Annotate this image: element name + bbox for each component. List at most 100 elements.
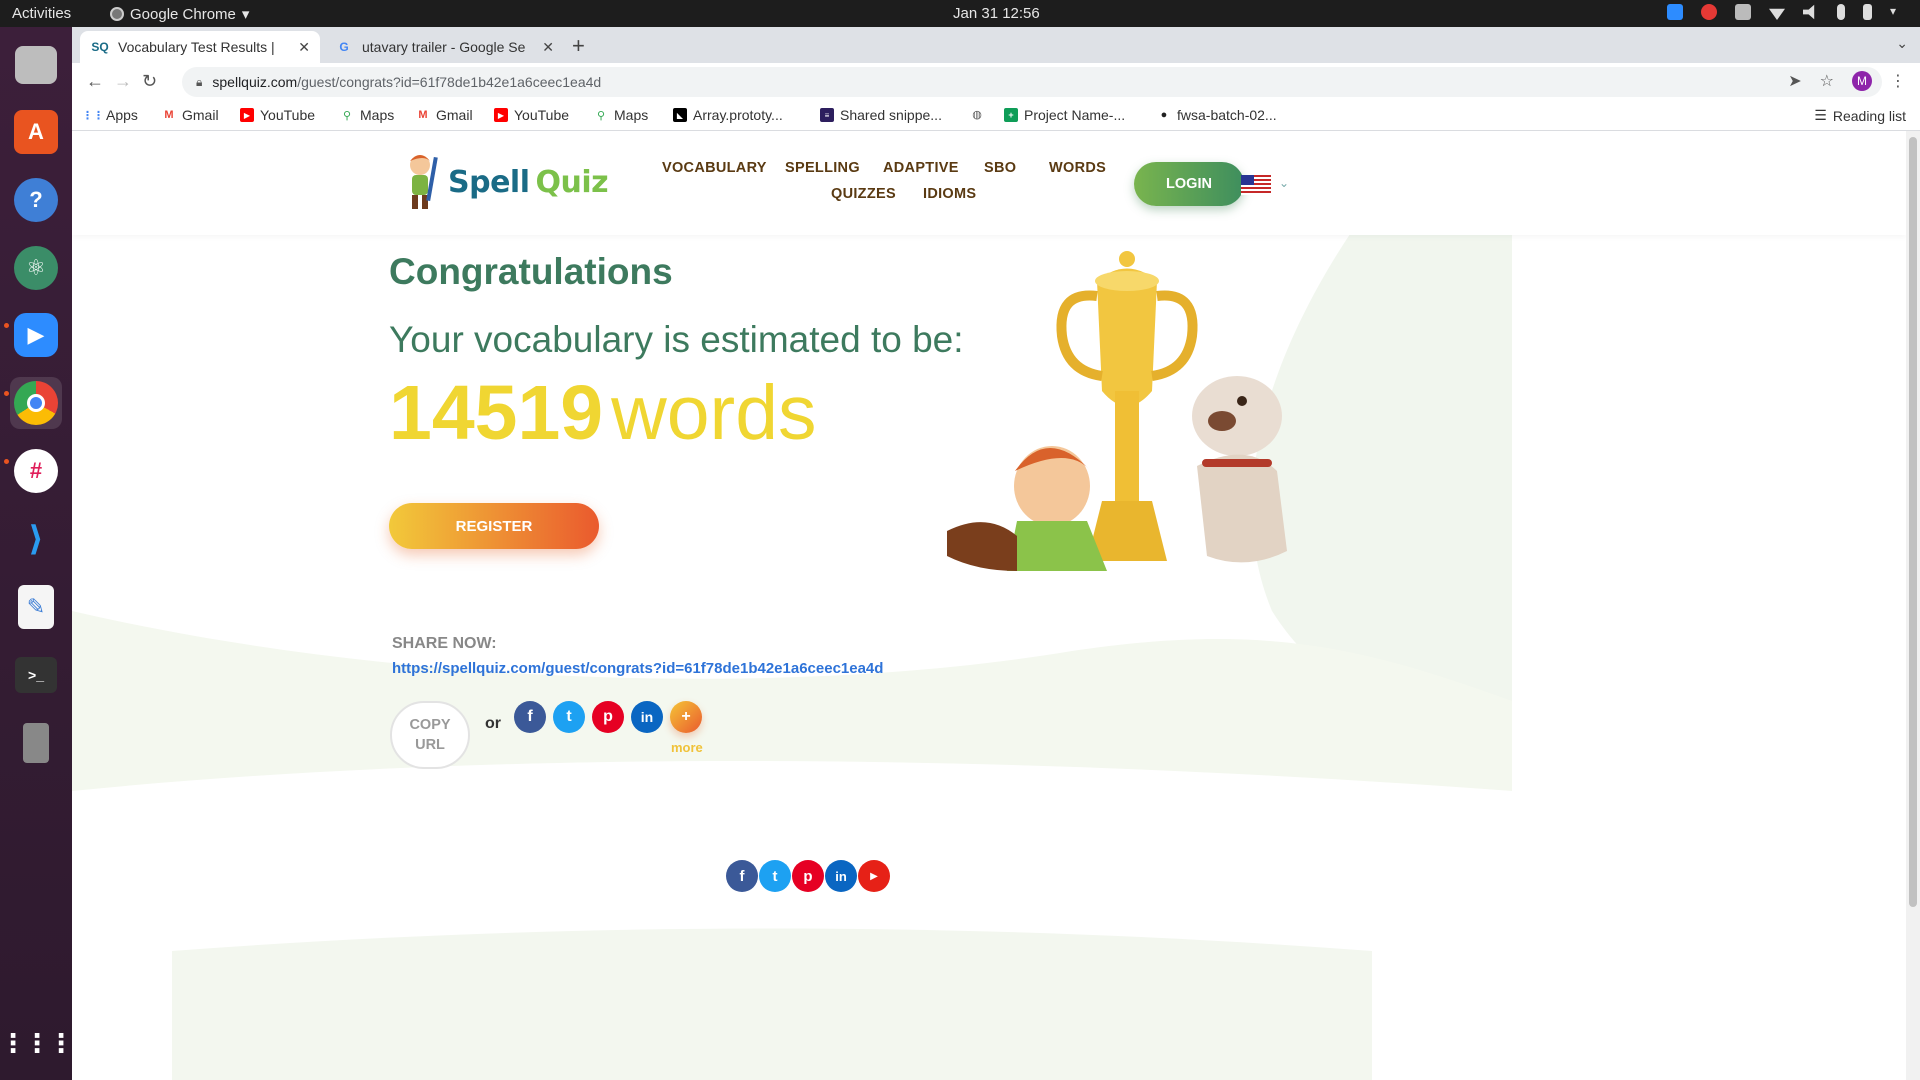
app-menu-label: Google Chrome xyxy=(130,5,236,23)
nav-idioms[interactable]: IDIOMS xyxy=(923,186,976,202)
dock-zoom[interactable]: ▶ xyxy=(10,309,62,361)
zoom-tray-icon[interactable] xyxy=(1667,4,1683,20)
bookmark-maps[interactable]: ⚲ Maps xyxy=(340,107,394,123)
bookmark-maps[interactable]: ⚲ Maps xyxy=(594,107,648,123)
trophy-kid-dog-illustration xyxy=(947,251,1287,571)
bookmark-apps[interactable]: ⋮⋮ Apps xyxy=(82,107,138,123)
footer-pinterest-icon[interactable]: p xyxy=(792,860,824,892)
tab-google-search[interactable]: G utavary trailer - Google Se ✕ xyxy=(324,31,564,63)
logo-word-spell: Spell xyxy=(448,164,530,200)
tab-strip: SQ Vocabulary Test Results | ✕ G utavary… xyxy=(72,27,1920,63)
footer-facebook-icon[interactable]: f xyxy=(726,860,758,892)
bookmark-fwsa-batch[interactable]: ● fwsa-batch-02... xyxy=(1157,107,1277,123)
nav-vocabulary[interactable]: VOCABULARY xyxy=(662,160,767,176)
more-share-label[interactable]: more xyxy=(671,740,703,755)
more-share-icon[interactable]: + xyxy=(670,701,702,733)
power-menu-icon[interactable]: ▾ xyxy=(1890,4,1906,20)
reload-icon[interactable]: ↻ xyxy=(142,71,157,92)
system-top-bar: Activities Google Chrome ▾ Jan 31 12:56 … xyxy=(0,0,1920,27)
clock[interactable]: Jan 31 12:56 xyxy=(953,5,1040,22)
dock-software[interactable]: A xyxy=(10,106,62,158)
globe-icon: ◍ xyxy=(972,108,982,121)
scrollbar-thumb[interactable] xyxy=(1909,137,1917,907)
chrome-menu-icon[interactable]: ⋮ xyxy=(1890,71,1906,91)
bookmark-shared-snippet[interactable]: ≡ Shared snippe... xyxy=(820,107,942,123)
footer-youtube-icon[interactable]: ▶ xyxy=(858,860,890,892)
dock-atom[interactable]: ⚛ xyxy=(10,242,62,294)
nav-spelling[interactable]: SPELLING xyxy=(785,160,860,176)
dock-terminal[interactable]: >_ xyxy=(10,649,62,701)
page-scrollbar[interactable] xyxy=(1906,131,1920,1080)
tab-search-icon[interactable]: ⌄ xyxy=(1896,35,1908,52)
bookmark-globe[interactable]: ◍ xyxy=(970,107,990,121)
toolbar: ← → ↻ 🔒︎ spellquiz.com/guest/congrats?id… xyxy=(72,63,1920,101)
wifi-icon[interactable] xyxy=(1769,8,1785,20)
footer-twitter-icon[interactable]: t xyxy=(759,860,791,892)
slack-tray-icon[interactable] xyxy=(1735,4,1751,20)
forward-icon[interactable]: → xyxy=(114,71,132,92)
battery-icon[interactable] xyxy=(1863,4,1872,20)
dock-usb[interactable] xyxy=(10,717,62,769)
reading-list-button[interactable]: ☰ Reading list xyxy=(1814,107,1906,124)
running-indicator xyxy=(4,459,9,464)
app-menu[interactable]: Google Chrome ▾ xyxy=(110,5,249,23)
address-bar[interactable]: 🔒︎ spellquiz.com/guest/congrats?id=61f78… xyxy=(182,67,1882,97)
dock-chrome[interactable] xyxy=(10,377,62,429)
us-flag-icon[interactable] xyxy=(1241,175,1271,195)
spellquiz-favicon-icon: SQ xyxy=(91,40,109,54)
bookmark-youtube[interactable]: ▶ YouTube xyxy=(494,107,569,123)
text-editor-icon: ✎ xyxy=(18,585,54,629)
system-tray[interactable]: ▾ xyxy=(1667,4,1906,20)
dock-text-editor[interactable]: ✎ xyxy=(10,581,62,633)
nav-adaptive[interactable]: ADAPTIVE xyxy=(883,160,959,176)
word-count: 14519 xyxy=(389,370,604,456)
do-not-disturb-icon[interactable] xyxy=(1701,4,1717,20)
running-indicator xyxy=(4,391,9,396)
dock-show-apps[interactable]: ⋮⋮⋮ xyxy=(0,1017,74,1069)
twitter-share-icon[interactable]: t xyxy=(553,701,585,733)
help-icon: ? xyxy=(14,178,58,222)
dock-slack[interactable]: # xyxy=(10,445,62,497)
nav-words[interactable]: WORDS xyxy=(1049,160,1106,176)
activities-button[interactable]: Activities xyxy=(12,5,71,22)
linkedin-share-icon[interactable]: in xyxy=(631,701,663,733)
profile-avatar[interactable]: M xyxy=(1852,71,1872,91)
register-button[interactable]: REGISTER xyxy=(389,503,599,549)
bookmark-gmail[interactable]: M Gmail xyxy=(162,107,218,123)
bookmark-gmail[interactable]: M Gmail xyxy=(416,107,472,123)
microphone-icon[interactable] xyxy=(1837,4,1845,20)
dock-vscode[interactable]: ⟩ xyxy=(10,513,62,565)
google-favicon-icon: G xyxy=(339,40,349,54)
send-to-device-icon[interactable]: ➤ xyxy=(1788,71,1801,91)
nav-sbo[interactable]: SBO xyxy=(984,160,1016,176)
spellquiz-logo[interactable]: Spell Quiz xyxy=(400,151,609,213)
ubuntu-software-icon: A xyxy=(14,110,58,154)
close-icon[interactable]: ✕ xyxy=(298,39,310,56)
bookmark-project-name[interactable]: + Project Name-... xyxy=(1004,107,1125,123)
close-icon[interactable]: ✕ xyxy=(542,39,554,56)
running-indicator xyxy=(4,323,9,328)
dock-help[interactable]: ? xyxy=(10,174,62,226)
new-tab-icon[interactable]: + xyxy=(572,33,585,59)
tab-vocabulary-results[interactable]: SQ Vocabulary Test Results | ✕ xyxy=(80,31,320,63)
chrome-small-icon xyxy=(110,7,124,21)
bookmark-youtube[interactable]: ▶ YouTube xyxy=(240,107,315,123)
footer-linkedin-icon[interactable]: in xyxy=(825,860,857,892)
copy-url-button[interactable]: COPY URL xyxy=(390,701,470,769)
dock-files[interactable] xyxy=(10,39,62,91)
caret-down-icon: ▾ xyxy=(241,6,250,23)
nav-quizzes[interactable]: QUIZZES xyxy=(831,186,896,202)
url-host: spellquiz.com xyxy=(212,74,298,90)
share-url-link[interactable]: https://spellquiz.com/guest/congrats?id=… xyxy=(392,660,883,677)
lock-icon[interactable]: 🔒︎ xyxy=(196,75,202,90)
back-icon[interactable]: ← xyxy=(86,71,104,92)
volume-icon[interactable] xyxy=(1803,4,1815,20)
estimate-text: Your vocabulary is estimated to be: xyxy=(389,319,964,360)
facebook-share-icon[interactable]: f xyxy=(514,701,546,733)
bookmark-array-prototype[interactable]: ◣ Array.prototy... xyxy=(673,107,783,123)
login-button[interactable]: LOGIN xyxy=(1134,162,1244,206)
bookmark-star-icon[interactable]: ☆ xyxy=(1820,71,1834,91)
pinterest-share-icon[interactable]: p xyxy=(592,701,624,733)
chevron-down-icon[interactable]: ⌄ xyxy=(1279,176,1289,190)
chrome-icon xyxy=(14,381,58,425)
